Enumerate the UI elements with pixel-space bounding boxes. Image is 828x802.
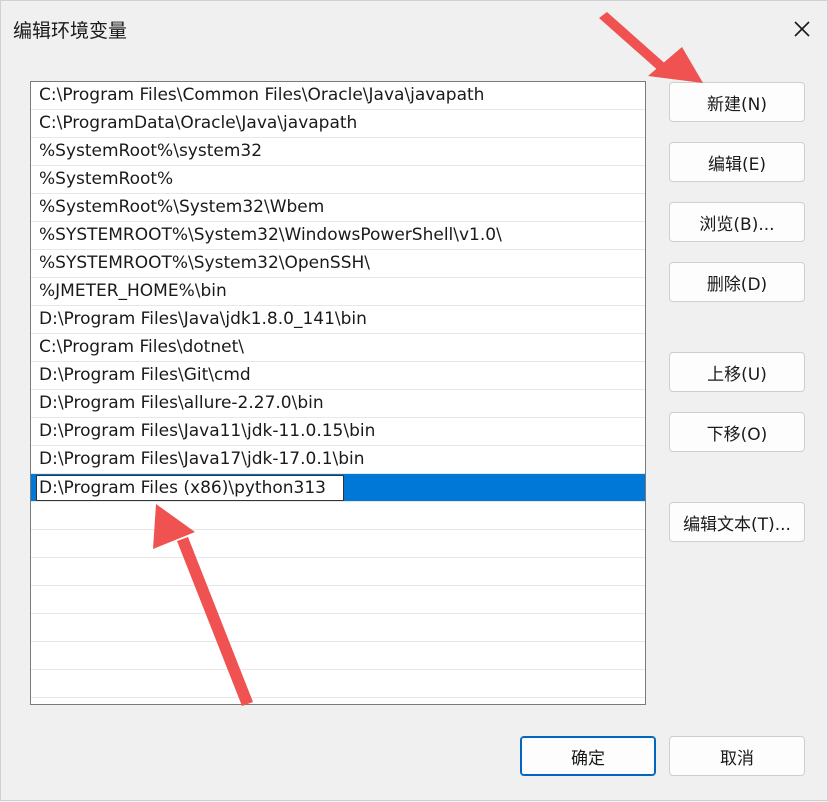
list-item-text: %SystemRoot%\System32\Wbem [39, 197, 325, 217]
list-item-text: C:\Program Files\Common Files\Oracle\Jav… [39, 85, 485, 105]
list-item[interactable]: C:\ProgramData\Oracle\Java\javapath [31, 110, 645, 138]
path-list[interactable]: C:\Program Files\Common Files\Oracle\Jav… [30, 81, 646, 705]
list-item-selected[interactable] [31, 474, 645, 502]
list-item-text: %SystemRoot%\system32 [39, 141, 263, 161]
empty-row [31, 670, 645, 698]
empty-row [31, 614, 645, 642]
list-item[interactable]: C:\Program Files\dotnet\ [31, 334, 645, 362]
new-button[interactable]: 新建(N) [669, 82, 805, 122]
list-item-text: %SystemRoot% [39, 169, 174, 189]
list-item[interactable]: C:\Program Files\Common Files\Oracle\Jav… [31, 82, 645, 110]
list-item-text: C:\ProgramData\Oracle\Java\javapath [39, 113, 358, 133]
path-edit-input[interactable] [36, 475, 344, 501]
empty-row [31, 586, 645, 614]
edit-text-button[interactable]: 编辑文本(T)... [669, 502, 805, 542]
list-item-text: D:\Program Files\Java\jdk1.8.0_141\bin [39, 309, 367, 329]
list-item-text: D:\Program Files\Java17\jdk-17.0.1\bin [39, 449, 365, 469]
ok-button[interactable]: 确定 [520, 736, 656, 776]
cancel-button[interactable]: 取消 [669, 736, 805, 776]
edit-env-variable-dialog: 编辑环境变量 C:\Program Files\Common Files\Ora… [0, 0, 828, 801]
list-item[interactable]: %SYSTEMROOT%\System32\OpenSSH\ [31, 250, 645, 278]
list-item[interactable]: %SystemRoot% [31, 166, 645, 194]
empty-row [31, 530, 645, 558]
list-item[interactable]: %SystemRoot%\system32 [31, 138, 645, 166]
browse-button[interactable]: 浏览(B)... [669, 202, 805, 242]
list-item[interactable]: %SystemRoot%\System32\Wbem [31, 194, 645, 222]
dialog-title: 编辑环境变量 [13, 20, 128, 42]
list-item[interactable]: D:\Program Files\allure-2.27.0\bin [31, 390, 645, 418]
list-item-text: %JMETER_HOME%\bin [39, 281, 227, 301]
list-item-text: D:\Program Files\allure-2.27.0\bin [39, 393, 324, 413]
list-item-text: %SYSTEMROOT%\System32\WindowsPowerShell\… [39, 225, 502, 245]
list-item-text: D:\Program Files\Git\cmd [39, 365, 251, 385]
empty-row [31, 502, 645, 530]
move-up-button[interactable]: 上移(U) [669, 352, 805, 392]
empty-row [31, 558, 645, 586]
list-item[interactable]: %SYSTEMROOT%\System32\WindowsPowerShell\… [31, 222, 645, 250]
list-item-text: %SYSTEMROOT%\System32\OpenSSH\ [39, 253, 371, 273]
list-item[interactable]: D:\Program Files\Git\cmd [31, 362, 645, 390]
edit-button[interactable]: 编辑(E) [669, 142, 805, 182]
title-bar: 编辑环境变量 [1, 1, 828, 57]
close-button[interactable] [779, 9, 825, 49]
move-down-button[interactable]: 下移(O) [669, 412, 805, 452]
list-item[interactable]: D:\Program Files\Java11\jdk-11.0.15\bin [31, 418, 645, 446]
empty-row [31, 642, 645, 670]
list-item-text: D:\Program Files\Java11\jdk-11.0.15\bin [39, 421, 376, 441]
list-item[interactable]: D:\Program Files\Java\jdk1.8.0_141\bin [31, 306, 645, 334]
list-item[interactable]: %JMETER_HOME%\bin [31, 278, 645, 306]
delete-button[interactable]: 删除(D) [669, 262, 805, 302]
list-item[interactable]: D:\Program Files\Java17\jdk-17.0.1\bin [31, 446, 645, 474]
list-item-text: C:\Program Files\dotnet\ [39, 337, 244, 357]
close-icon [794, 21, 810, 37]
